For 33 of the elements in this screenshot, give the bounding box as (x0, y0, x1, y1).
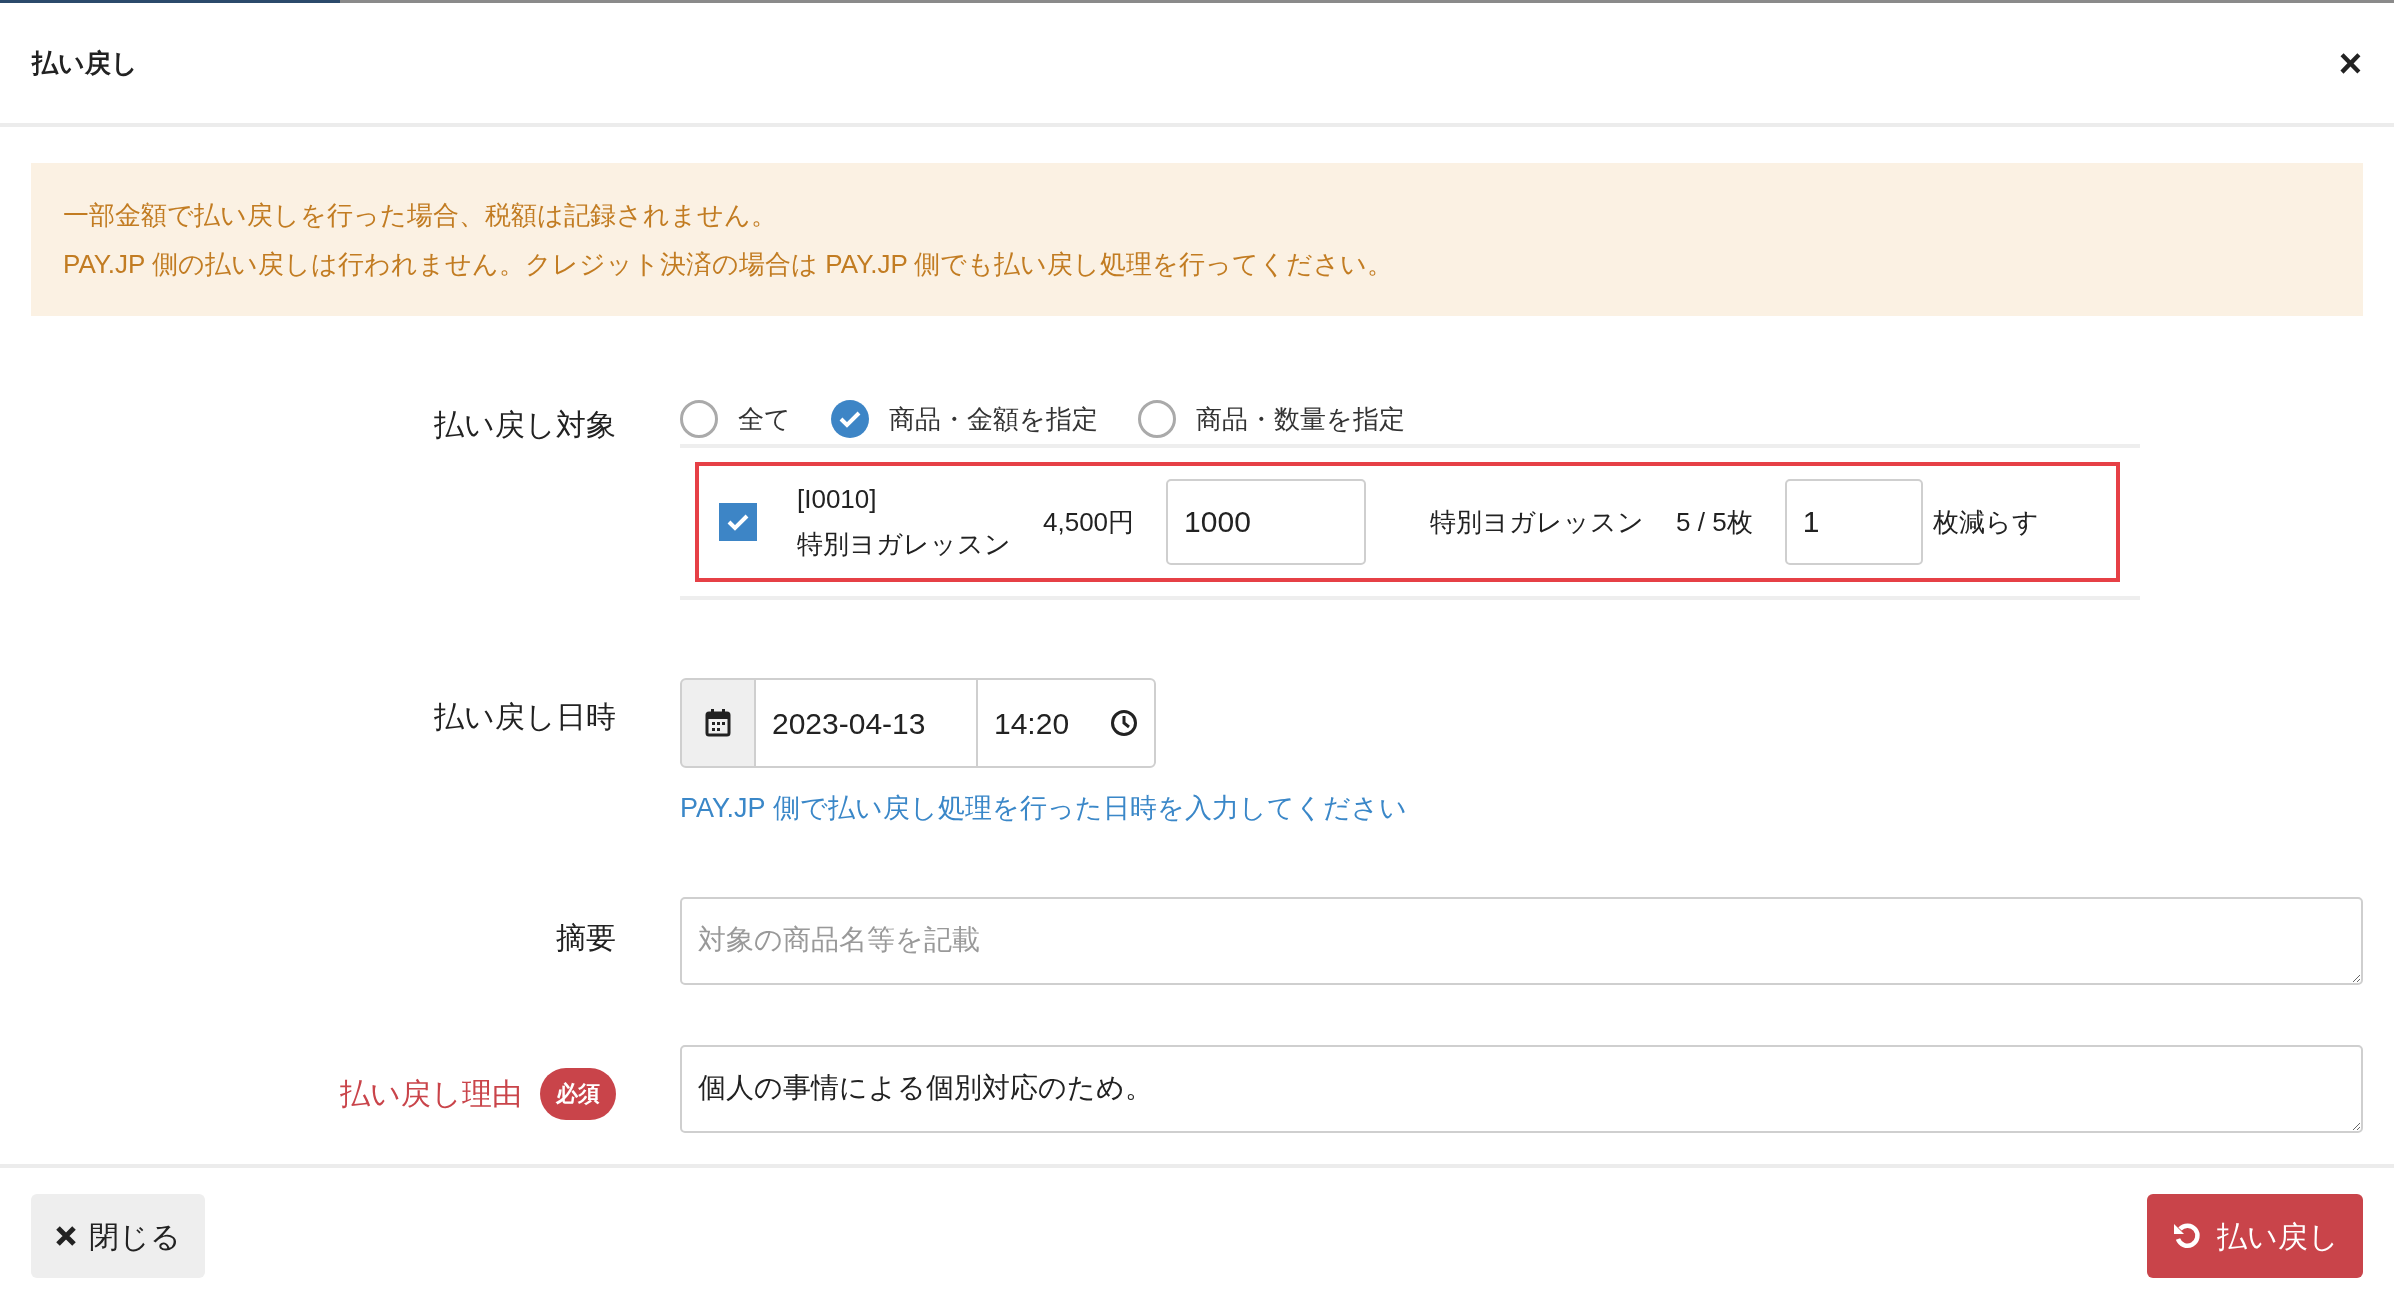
radio-option[interactable]: 商品・数量を指定 (1138, 399, 1405, 439)
item-price: 4,500円 (1043, 505, 1135, 539)
ticket-name: 特別ヨガレッスン (1430, 505, 1645, 539)
field-label: 払い戻し理由 (340, 1076, 522, 1112)
required-badge: 必須 (540, 1067, 616, 1120)
reduce-input[interactable]: 1 (1784, 479, 1923, 565)
time-input[interactable]: 14:20 (976, 678, 1156, 768)
close-button[interactable]: 閉じる (31, 1194, 205, 1278)
radio-unchecked-icon (680, 400, 718, 438)
datetime-help-text: PAY.JP 側で払い戻し処理を行った日時を入力してください (680, 792, 1408, 825)
field-label: 摘要 (555, 919, 616, 956)
radio-checked-icon (831, 400, 869, 438)
reason-field[interactable]: 個人の事情による個別対応のため。 (680, 1044, 2363, 1133)
refund-button[interactable]: 払い戻し (2147, 1194, 2363, 1278)
radio-option[interactable]: 商品・金額を指定 (831, 399, 1098, 439)
summary-field[interactable]: 対象の商品名等を記載 (680, 896, 2363, 985)
field-label: 払い戻し日時 (433, 699, 616, 735)
radio-option[interactable]: 全て (680, 399, 791, 439)
amount-input[interactable]: 1000 (1166, 479, 1367, 565)
field-label: 払い戻し対象 (433, 407, 616, 443)
item-code: [I0010] (797, 483, 878, 516)
date-input[interactable]: 2023-04-13 (756, 678, 976, 768)
dialog-title: 払い戻し (32, 46, 138, 80)
item-name: 特別ヨガレッスン (797, 528, 1011, 561)
close-icon (55, 1225, 77, 1247)
calendar-icon (705, 709, 731, 737)
ticket-stock: 5 / 5枚 (1676, 505, 1753, 539)
reduce-suffix: 枚減らす (1932, 505, 2039, 539)
item-checkbox[interactable] (719, 503, 757, 541)
radio-unchecked-icon (1138, 400, 1176, 438)
clock-icon (1110, 709, 1138, 737)
notice-text: 一部金額で払い戻しを行った場合、税額は記録されません。 (63, 198, 778, 232)
notice-text: PAY.JP 側の払い戻しは行われません。クレジット決済の場合は PAY.JP 側でも払い戻し処理を行ってください。 (63, 247, 1395, 281)
